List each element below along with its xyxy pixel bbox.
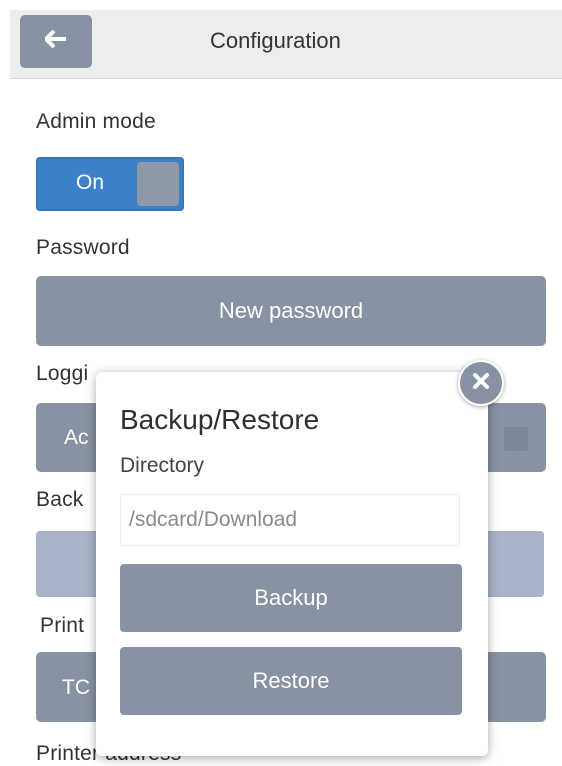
logging-toggle-knob <box>504 427 528 451</box>
admin-mode-label: Admin mode <box>36 110 156 133</box>
directory-input[interactable]: /sdcard/Download <box>120 494 460 546</box>
restore-button[interactable]: Restore <box>120 647 462 715</box>
dialog-title: Backup/Restore <box>120 404 320 435</box>
page-title: Configuration <box>210 28 341 53</box>
new-password-button[interactable]: New password <box>36 276 546 346</box>
backup-section-label: Back <box>36 488 84 511</box>
backup-button[interactable]: Backup <box>120 564 462 632</box>
printer-type-value: TC <box>62 676 90 699</box>
arrow-left-icon <box>43 29 67 53</box>
logging-toggle-label: Ac <box>64 426 89 449</box>
toggle-state-label: On <box>76 171 105 194</box>
directory-label: Directory <box>120 454 205 477</box>
close-icon <box>472 372 490 395</box>
printer-label: Print <box>40 614 85 637</box>
header-bar: Configuration <box>10 10 562 79</box>
backup-restore-dialog: Backup/Restore Directory /sdcard/Downloa… <box>96 372 488 756</box>
back-button[interactable] <box>20 15 92 68</box>
close-dialog-button[interactable] <box>458 360 504 406</box>
toggle-knob[interactable] <box>137 162 179 206</box>
admin-mode-toggle[interactable]: On <box>36 157 184 211</box>
password-label: Password <box>36 236 130 259</box>
logging-label: Loggi <box>36 362 89 385</box>
